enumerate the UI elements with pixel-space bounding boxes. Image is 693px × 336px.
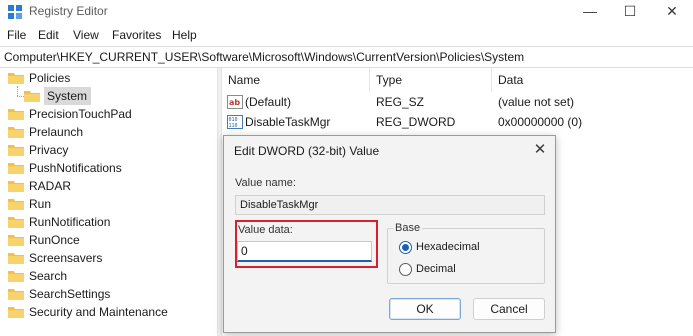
folder-icon: [8, 109, 24, 120]
folder-icon: [8, 307, 24, 318]
value-type: REG_SZ: [376, 95, 425, 109]
table-row[interactable]: ab (Default) REG_SZ (value not set): [222, 92, 693, 112]
svg-text:ab: ab: [229, 98, 240, 107]
svg-text:110: 110: [229, 123, 238, 129]
tree-item-label: Screensavers: [29, 251, 103, 265]
maximize-button[interactable]: ☐: [610, 0, 650, 24]
value-data-label: Value data:: [238, 224, 293, 236]
hexadecimal-label[interactable]: Hexadecimal: [416, 241, 480, 253]
folder-icon: [8, 217, 24, 228]
tree-item-label: PushNotifications: [29, 161, 122, 175]
tree-item-label: Policies: [29, 71, 71, 85]
registry-editor-icon: [8, 5, 22, 19]
tree-connector: [17, 96, 24, 97]
dword-value-icon: 010 110: [227, 115, 243, 129]
value-data: (value not set): [498, 95, 575, 109]
folder-icon: [8, 199, 24, 210]
tree-item-label: PrecisionTouchPad: [29, 107, 132, 121]
value-name: DisableTaskMgr: [245, 115, 331, 129]
menu-file[interactable]: File: [7, 28, 26, 42]
cancel-button[interactable]: Cancel: [473, 298, 545, 320]
column-header-name[interactable]: Name: [222, 68, 370, 92]
close-window-button[interactable]: ✕: [652, 0, 692, 24]
value-name: (Default): [245, 95, 292, 109]
folder-icon: [8, 181, 24, 192]
folder-icon: [8, 253, 24, 264]
tree-item-label: RunNotification: [29, 215, 111, 229]
value-name-field: DisableTaskMgr: [235, 195, 545, 215]
dialog-close-button[interactable]: ✕: [528, 140, 552, 160]
folder-icon: [8, 163, 24, 174]
tree-connector: [17, 86, 18, 96]
folder-icon: [24, 91, 40, 102]
folder-icon: [8, 73, 24, 84]
base-group: [387, 228, 545, 284]
ok-button[interactable]: OK: [389, 298, 461, 320]
table-row[interactable]: 010 110 DisableTaskMgr REG_DWORD 0x00000…: [222, 112, 693, 132]
tree-item-label: Run: [29, 197, 52, 211]
menu-edit[interactable]: Edit: [38, 28, 59, 42]
tree-item-label: RunOnce: [29, 233, 80, 247]
column-header-type[interactable]: Type: [370, 68, 492, 92]
minimize-button[interactable]: —: [570, 0, 610, 24]
tree-item-label: SearchSettings: [29, 287, 111, 301]
value-data-input[interactable]: 0: [237, 241, 372, 262]
folder-icon: [8, 145, 24, 156]
value-data: 0x00000000 (0): [498, 115, 583, 129]
dialog-title: Edit DWORD (32-bit) Value: [234, 144, 380, 158]
folder-icon: [8, 289, 24, 300]
tree-item-label: Privacy: [29, 143, 69, 157]
value-type: REG_DWORD: [376, 115, 456, 129]
window-title: Registry Editor: [29, 4, 108, 18]
decimal-label[interactable]: Decimal: [416, 263, 456, 275]
menu-help[interactable]: Help: [172, 28, 197, 42]
tree-item-label: Prelaunch: [29, 125, 84, 139]
address-path[interactable]: Computer\HKEY_CURRENT_USER\Software\Micr…: [4, 50, 524, 64]
menu-bar: File Edit View Favorites Help: [0, 24, 693, 46]
tree-item-label: RADAR: [29, 179, 72, 193]
string-value-icon: ab: [227, 95, 243, 109]
tree-item-label: Security and Maintenance: [29, 305, 168, 319]
address-bar[interactable]: Computer\HKEY_CURRENT_USER\Software\Micr…: [0, 46, 693, 68]
tree-item-label: Search: [29, 269, 68, 283]
folder-icon: [8, 127, 24, 138]
value-name-label: Value name:: [235, 177, 296, 189]
hexadecimal-radio[interactable]: [399, 241, 412, 254]
folder-icon: [8, 271, 24, 282]
decimal-radio[interactable]: [399, 263, 412, 276]
column-header-data[interactable]: Data: [492, 68, 693, 92]
folder-icon: [8, 235, 24, 246]
edit-dword-dialog: Edit DWORD (32-bit) Value ✕ Value name: …: [223, 135, 556, 333]
key-tree: Policies System PrecisionTouchPad Prelau…: [0, 68, 217, 336]
menu-view[interactable]: View: [73, 28, 99, 42]
title-bar: Registry Editor — ☐ ✕: [0, 0, 693, 24]
menu-favorites[interactable]: Favorites: [112, 28, 161, 42]
tree-item-label: System: [44, 87, 92, 105]
base-label: Base: [393, 222, 423, 234]
